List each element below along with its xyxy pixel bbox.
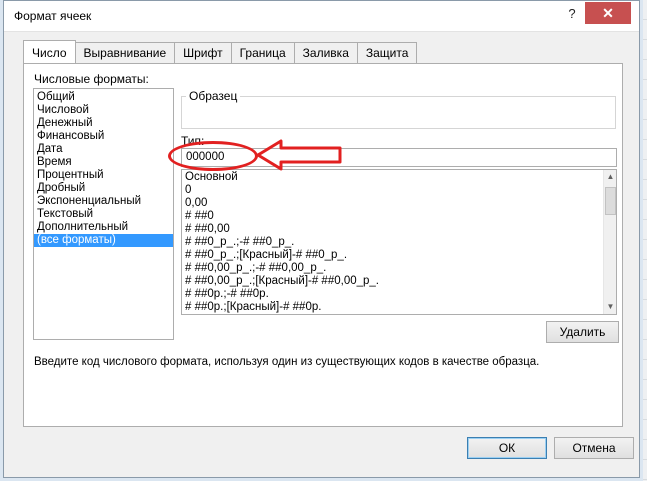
scroll-down-icon[interactable]: ▼ bbox=[604, 300, 616, 314]
tab-alignment[interactable]: Выравнивание bbox=[74, 42, 176, 63]
list-item[interactable]: Денежный bbox=[34, 117, 173, 130]
ok-button[interactable]: ОК bbox=[467, 437, 547, 459]
list-item[interactable]: # ##0 bbox=[182, 210, 616, 223]
tab-fill[interactable]: Заливка bbox=[293, 42, 358, 63]
help-icon[interactable]: ? bbox=[561, 3, 583, 25]
cancel-button[interactable]: Отмена bbox=[554, 437, 634, 459]
format-hint-text: Введите код числового формата, используя… bbox=[34, 356, 540, 368]
list-item[interactable]: # ##0р.;-# ##0р. bbox=[182, 288, 616, 301]
list-item[interactable]: 0 bbox=[182, 184, 616, 197]
red-arrow-icon bbox=[256, 139, 342, 171]
sample-group: Образец bbox=[181, 89, 616, 129]
list-item[interactable]: Дополнительный bbox=[34, 221, 173, 234]
tab-number[interactable]: Число bbox=[23, 40, 76, 63]
tab-strip: Число Выравнивание Шрифт Граница Заливка… bbox=[23, 40, 418, 64]
scroll-up-icon[interactable]: ▲ bbox=[604, 170, 616, 184]
tab-font[interactable]: Шрифт bbox=[174, 42, 232, 63]
category-list[interactable]: Общий Числовой Денежный Финансовый Дата … bbox=[33, 88, 174, 340]
list-item[interactable]: 0,00 bbox=[182, 197, 616, 210]
close-icon[interactable]: ✕ bbox=[585, 2, 631, 24]
list-item[interactable]: # ##0,00 bbox=[182, 223, 616, 236]
list-item[interactable]: Общий bbox=[34, 91, 173, 104]
delete-button[interactable]: Удалить bbox=[546, 321, 619, 343]
format-code-list[interactable]: Основной 0 0,00 # ##0 # ##0,00 # ##0_р_.… bbox=[181, 169, 617, 315]
list-item[interactable]: # ##0_р_.;[Красный]-# ##0_р_. bbox=[182, 249, 616, 262]
list-item[interactable]: Числовой bbox=[34, 104, 173, 117]
format-cells-dialog: Формат ячеек ? ✕ Число Выравнивание Шриф… bbox=[3, 0, 640, 478]
list-item-selected[interactable]: (все форматы) bbox=[34, 234, 173, 247]
list-item[interactable]: Текстовый bbox=[34, 208, 173, 221]
list-item[interactable]: # ##0_р_.;-# ##0_р_. bbox=[182, 236, 616, 249]
sample-label: Образец bbox=[186, 89, 241, 103]
list-item[interactable]: Основной bbox=[182, 171, 616, 184]
list-item[interactable]: Экспоненциальный bbox=[34, 195, 173, 208]
number-tab-panel: Числовые форматы: Общий Числовой Денежны… bbox=[23, 63, 623, 427]
dialog-title: Формат ячеек bbox=[14, 9, 92, 23]
list-item[interactable]: Время bbox=[34, 156, 173, 169]
highlight-ellipse bbox=[168, 141, 258, 171]
list-item[interactable]: # ##0р.;[Красный]-# ##0р. bbox=[182, 301, 616, 314]
categories-label: Числовые форматы: bbox=[34, 72, 149, 86]
title-bar: Формат ячеек ? ✕ bbox=[4, 1, 639, 32]
list-item[interactable]: # ##0,00_р_.;[Красный]-# ##0,00_р_. bbox=[182, 275, 616, 288]
list-item[interactable]: # ##0,00_р_.;-# ##0,00_р_. bbox=[182, 262, 616, 275]
scroll-thumb[interactable] bbox=[605, 187, 616, 215]
list-item[interactable]: Финансовый bbox=[34, 130, 173, 143]
list-item[interactable]: Дата bbox=[34, 143, 173, 156]
tab-border[interactable]: Граница bbox=[230, 42, 295, 63]
tab-protection[interactable]: Защита bbox=[356, 42, 418, 63]
list-item[interactable]: Дробный bbox=[34, 182, 173, 195]
list-item[interactable]: Процентный bbox=[34, 169, 173, 182]
format-list-scrollbar[interactable]: ▲ ▼ bbox=[603, 170, 616, 314]
